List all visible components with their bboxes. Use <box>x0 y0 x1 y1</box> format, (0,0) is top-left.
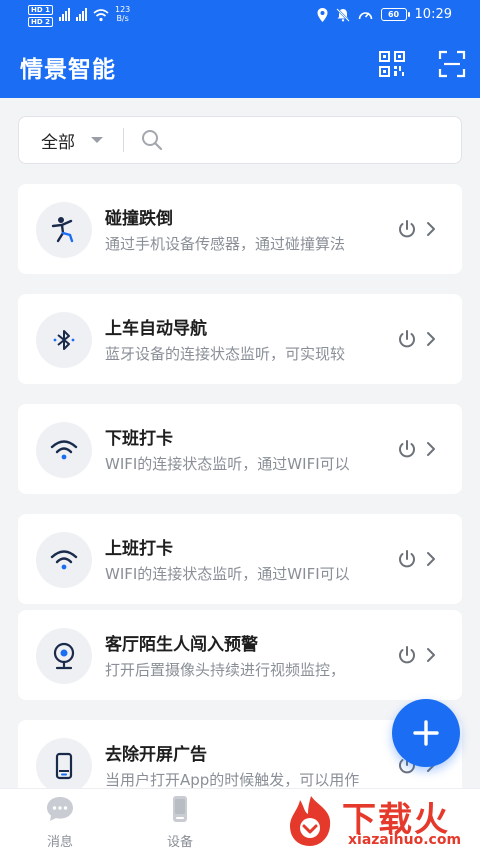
chevron-down-icon <box>91 137 103 143</box>
sim1-badge: HD 1 <box>28 5 53 15</box>
network-speed: 123 B/s <box>115 5 130 23</box>
speedometer-icon <box>358 11 372 19</box>
power-icon[interactable] <box>396 438 418 460</box>
camera-icon <box>53 642 75 670</box>
chevron-right-icon[interactable] <box>424 549 438 569</box>
scene-description: 当用户打开App的时候触发，可以用作 <box>105 771 360 789</box>
plus-icon <box>413 720 439 746</box>
watermark-domain: xiazaihuo.com <box>348 832 462 848</box>
scene-card[interactable]: 上车自动导航 蓝牙设备的连接状态监听，可实现较 <box>18 294 462 384</box>
battery-icon: 60 <box>380 8 410 21</box>
power-icon[interactable] <box>396 644 418 666</box>
scene-title: 下班打卡 <box>105 429 173 449</box>
chevron-right-icon[interactable] <box>424 439 438 459</box>
scene-card[interactable]: 上班打卡 WIFI的连接状态监听，通过WIFI可以 <box>18 514 462 604</box>
scene-avatar <box>36 628 92 684</box>
filter-dropdown[interactable]: 全部 <box>41 128 103 153</box>
scene-card[interactable]: 碰撞跌倒 通过手机设备传感器，通过碰撞算法 <box>18 184 462 274</box>
flame-logo-icon <box>290 796 331 846</box>
scene-title: 上班打卡 <box>105 539 173 559</box>
watermark: 下载火 xiazaihuo.com <box>282 792 476 850</box>
phone-icon <box>55 752 73 780</box>
scene-avatar <box>36 738 92 794</box>
scene-avatar <box>36 202 92 258</box>
power-icon[interactable] <box>396 328 418 350</box>
device-icon <box>173 796 187 822</box>
signal-2-icon <box>75 7 87 21</box>
power-icon[interactable] <box>396 548 418 570</box>
chevron-right-icon[interactable] <box>424 645 438 665</box>
scene-description: WIFI的连接状态监听，通过WIFI可以 <box>105 565 350 583</box>
wifi-status-icon <box>93 9 109 22</box>
scene-title: 上车自动导航 <box>105 319 207 339</box>
scene-card[interactable]: 客厅陌生人闯入预警 打开后置摄像头持续进行视频监控， <box>18 610 462 700</box>
mute-bell-icon <box>335 7 350 22</box>
nav-item-messages[interactable]: 消息 <box>20 795 100 850</box>
scene-description: 打开后置摄像头持续进行视频监控， <box>105 661 346 679</box>
network-speed-value: 123 <box>114 5 131 14</box>
signal-1-icon <box>58 7 70 21</box>
add-scene-button[interactable] <box>392 699 460 767</box>
search-icon[interactable] <box>140 128 164 152</box>
scene-title: 去除开屏广告 <box>105 745 207 765</box>
nav-label-devices: 设备 <box>166 835 193 850</box>
filter-label: 全部 <box>41 132 75 153</box>
nav-item-devices[interactable]: 设备 <box>140 795 220 850</box>
bluetooth-icon <box>53 330 75 350</box>
scene-avatar <box>36 422 92 478</box>
qr-code-icon[interactable] <box>378 50 406 78</box>
sim-indicators: HD 1 HD 2 <box>28 5 53 27</box>
network-speed-unit: B/s <box>116 14 129 23</box>
chevron-right-icon[interactable] <box>424 329 438 349</box>
sim2-badge: HD 2 <box>28 17 53 27</box>
page-title: 情景智能 <box>20 57 116 83</box>
scene-description: WIFI的连接状态监听，通过WIFI可以 <box>105 455 350 473</box>
status-bar: HD 1 HD 2 123 B/s 60 10:29 <box>0 0 480 32</box>
fall-person-icon <box>51 217 74 243</box>
message-bubble-icon <box>47 797 73 821</box>
power-icon[interactable] <box>396 218 418 240</box>
scene-avatar <box>36 532 92 588</box>
wifi-icon <box>50 550 78 570</box>
clock: 10:29 <box>414 7 452 22</box>
scene-card[interactable]: 下班打卡 WIFI的连接状态监听，通过WIFI可以 <box>18 404 462 494</box>
scene-title: 碰撞跌倒 <box>105 209 173 229</box>
wifi-icon <box>50 440 78 460</box>
nav-label-messages: 消息 <box>46 835 73 850</box>
scene-title: 客厅陌生人闯入预警 <box>105 635 258 655</box>
search-bar: 全部 <box>18 116 462 164</box>
scene-description: 蓝牙设备的连接状态监听，可实现较 <box>105 345 346 363</box>
location-icon <box>317 7 328 22</box>
divider <box>123 128 124 152</box>
app-header: HD 1 HD 2 123 B/s 60 10:29 情景智能 <box>0 0 480 98</box>
scene-avatar <box>36 312 92 368</box>
scene-description: 通过手机设备传感器，通过碰撞算法 <box>105 235 346 253</box>
chevron-right-icon[interactable] <box>424 219 438 239</box>
scan-icon[interactable] <box>438 50 466 78</box>
